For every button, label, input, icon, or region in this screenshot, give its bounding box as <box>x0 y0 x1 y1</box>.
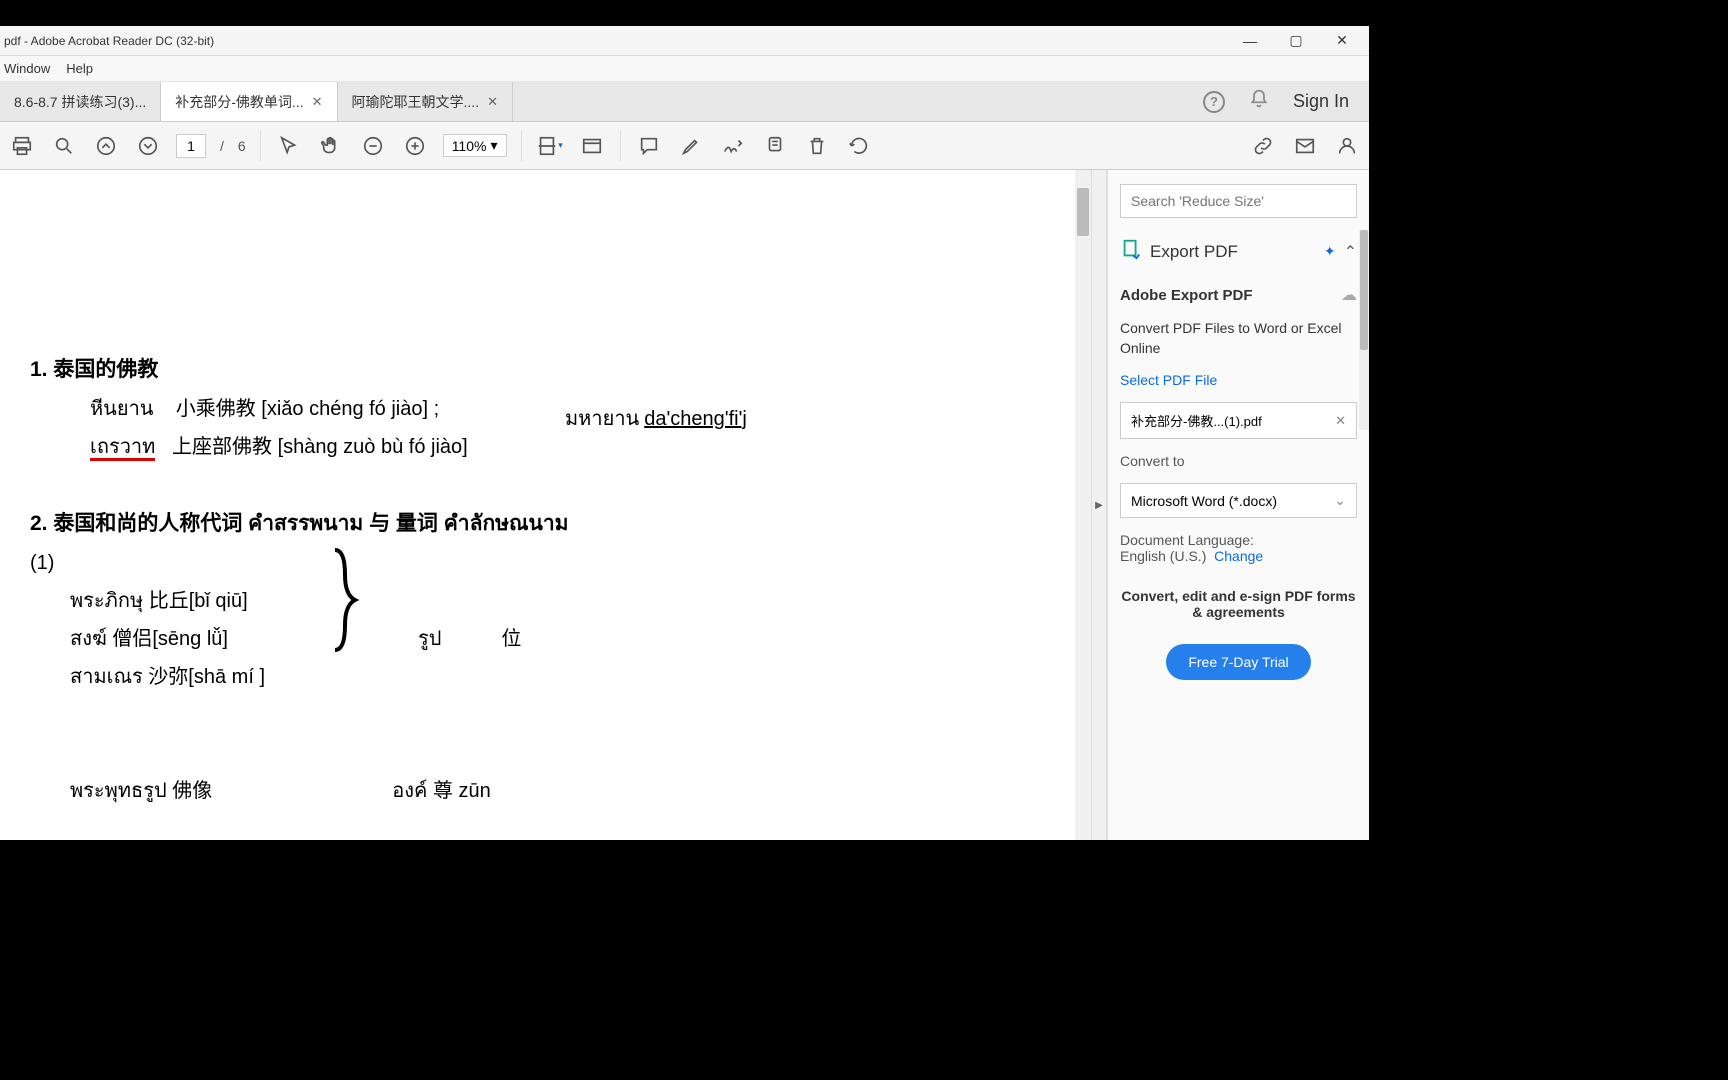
help-icon[interactable]: ? <box>1203 91 1225 113</box>
tabbar-right: ? Sign In <box>1183 82 1369 121</box>
maximize-button[interactable]: ▢ <box>1273 27 1319 55</box>
export-label: Export PDF <box>1150 242 1316 262</box>
bracket-annotation <box>330 545 360 655</box>
export-icon <box>1120 238 1142 265</box>
page-total: 6 <box>238 138 246 154</box>
document-pane[interactable]: 1. 泰国的佛教 หีนยาน 小乘佛教 [xiǎo chéng fó jiào… <box>0 170 1091 840</box>
heading-2: 2. 泰国和尚的人称代词 คำสรรพนาม 与 量词 คำลักษณนาม <box>30 504 1061 544</box>
menu-help[interactable]: Help <box>66 61 93 76</box>
link-icon[interactable] <box>1249 132 1277 160</box>
read-mode-icon[interactable] <box>578 132 606 160</box>
menu-window[interactable]: Window <box>4 61 50 76</box>
page-down-icon[interactable] <box>134 132 162 160</box>
text: สามเณร 沙弥[shā mí ] <box>30 658 1061 696</box>
star-icon: ✦ <box>1324 243 1336 260</box>
change-link[interactable]: Change <box>1214 548 1263 564</box>
export-pdf-header[interactable]: Export PDF ✦ ⌃ <box>1120 232 1357 271</box>
titlebar: pdf - Adobe Acrobat Reader DC (32-bit) —… <box>0 26 1369 56</box>
sign-in-link[interactable]: Sign In <box>1293 91 1349 112</box>
text: องค์ 尊 zūn <box>392 772 491 810</box>
heading-1: 1. 泰国的佛教 <box>30 350 1061 390</box>
stamp-icon[interactable] <box>761 132 789 160</box>
window-title: pdf - Adobe Acrobat Reader DC (32-bit) <box>4 34 1227 48</box>
text: 位 <box>501 620 521 658</box>
format-select[interactable]: Microsoft Word (*.docx) ⌄ <box>1120 483 1357 518</box>
convert-to-label: Convert to <box>1120 453 1357 469</box>
delete-icon[interactable] <box>803 132 831 160</box>
text: พระพุทธรูป 佛像 <box>70 772 212 810</box>
menubar: Window Help <box>0 56 1369 82</box>
text: 上座部佛教 [shàng zuò bù fó jiào] <box>172 436 468 458</box>
text: มหายาน <box>565 408 639 430</box>
zoom-in-icon[interactable] <box>401 132 429 160</box>
minimize-button[interactable]: — <box>1227 27 1273 55</box>
zoom-value: 110% <box>452 138 487 154</box>
text: (1) <box>30 544 1061 582</box>
chevron-down-icon: ⌄ <box>1334 492 1346 509</box>
trial-button[interactable]: Free 7-Day Trial <box>1166 644 1310 680</box>
print-icon[interactable] <box>8 132 36 160</box>
annotated-text: เถรวาท <box>90 436 155 461</box>
tab-1[interactable]: 补充部分-佛教单词... ✕ <box>161 82 337 121</box>
panel-scrollbar-thumb[interactable] <box>1360 230 1368 350</box>
page-number-input[interactable] <box>176 134 206 158</box>
select-file-label: Select PDF File <box>1120 372 1357 388</box>
scrollbar-thumb[interactable] <box>1077 188 1089 236</box>
window-controls: — ▢ ✕ <box>1227 27 1365 55</box>
comment-icon[interactable] <box>635 132 663 160</box>
promo-text: Convert, edit and e-sign PDF forms & agr… <box>1120 588 1357 620</box>
tools-panel: Export PDF ✦ ⌃ Adobe Export PDF ☁ Conver… <box>1107 170 1369 840</box>
fit-width-icon[interactable]: ▾ <box>536 132 564 160</box>
select-tool-icon[interactable] <box>275 132 303 160</box>
zoom-select[interactable]: 110% ▾ <box>443 134 507 157</box>
search-icon[interactable] <box>50 132 78 160</box>
tab-2[interactable]: 阿瑜陀耶王朝文学.... ✕ <box>338 82 513 121</box>
email-icon[interactable] <box>1291 132 1319 160</box>
page-up-icon[interactable] <box>92 132 120 160</box>
rotate-icon[interactable] <box>845 132 873 160</box>
close-icon[interactable]: ✕ <box>487 94 498 110</box>
close-button[interactable]: ✕ <box>1319 27 1365 55</box>
bell-icon[interactable] <box>1249 89 1269 114</box>
convert-description: Convert PDF Files to Word or Excel Onlin… <box>1120 319 1357 358</box>
text: รูป <box>418 620 441 658</box>
scrollbar[interactable] <box>1075 170 1091 840</box>
chevron-down-icon: ▾ <box>490 137 497 154</box>
format-value: Microsoft Word (*.docx) <box>1131 493 1334 509</box>
chevron-up-icon: ⌃ <box>1344 242 1357 262</box>
file-name: 补充部分-佛教...(1).pdf <box>1131 411 1335 430</box>
close-icon[interactable]: ✕ <box>312 94 323 110</box>
doc-lang-value: English (U.S.) <box>1120 548 1206 564</box>
toolbar: / 6 110% ▾ ▾ <box>0 122 1369 170</box>
tab-0[interactable]: 8.6-8.7 拼读练习(3)... <box>0 82 161 121</box>
tab-label: 阿瑜陀耶王朝文学.... <box>352 92 480 112</box>
text-annotation[interactable]: มหายาน da'cheng'fi'j <box>565 402 747 434</box>
remove-file-icon[interactable]: ✕ <box>1335 413 1346 429</box>
sign-icon[interactable] <box>719 132 747 160</box>
text: 小乘佛教 [xiǎo chéng fó jiào] ; <box>176 398 439 420</box>
doc-lang-label: Document Language: <box>1120 532 1357 548</box>
account-icon[interactable] <box>1333 132 1361 160</box>
search-input[interactable] <box>1120 184 1357 218</box>
document-content: 1. 泰国的佛教 หีนยาน 小乘佛教 [xiǎo chéng fó jiào… <box>0 170 1091 840</box>
panel-collapse-button[interactable]: ▶ <box>1091 170 1107 840</box>
hand-tool-icon[interactable] <box>317 132 345 160</box>
text: da'cheng'fi'j <box>644 408 747 430</box>
adobe-export-title: Adobe Export PDF <box>1120 287 1333 304</box>
cloud-icon: ☁ <box>1341 285 1357 305</box>
text: หีนยาน <box>90 398 153 420</box>
tab-label: 补充部分-佛教单词... <box>175 92 303 112</box>
highlight-icon[interactable] <box>677 132 705 160</box>
text: พระภิกษุ 比丘[bǐ qiū] <box>30 582 1061 620</box>
zoom-out-icon[interactable] <box>359 132 387 160</box>
text: สงฆ์ 僧侣[sēng lǚ] <box>70 620 228 658</box>
tabbar: 8.6-8.7 拼读练习(3)... 补充部分-佛教单词... ✕ 阿瑜陀耶王朝… <box>0 82 1369 122</box>
page-sep: / <box>220 138 224 154</box>
tab-label: 8.6-8.7 拼读练习(3)... <box>14 92 146 112</box>
selected-file[interactable]: 补充部分-佛教...(1).pdf ✕ <box>1120 402 1357 439</box>
